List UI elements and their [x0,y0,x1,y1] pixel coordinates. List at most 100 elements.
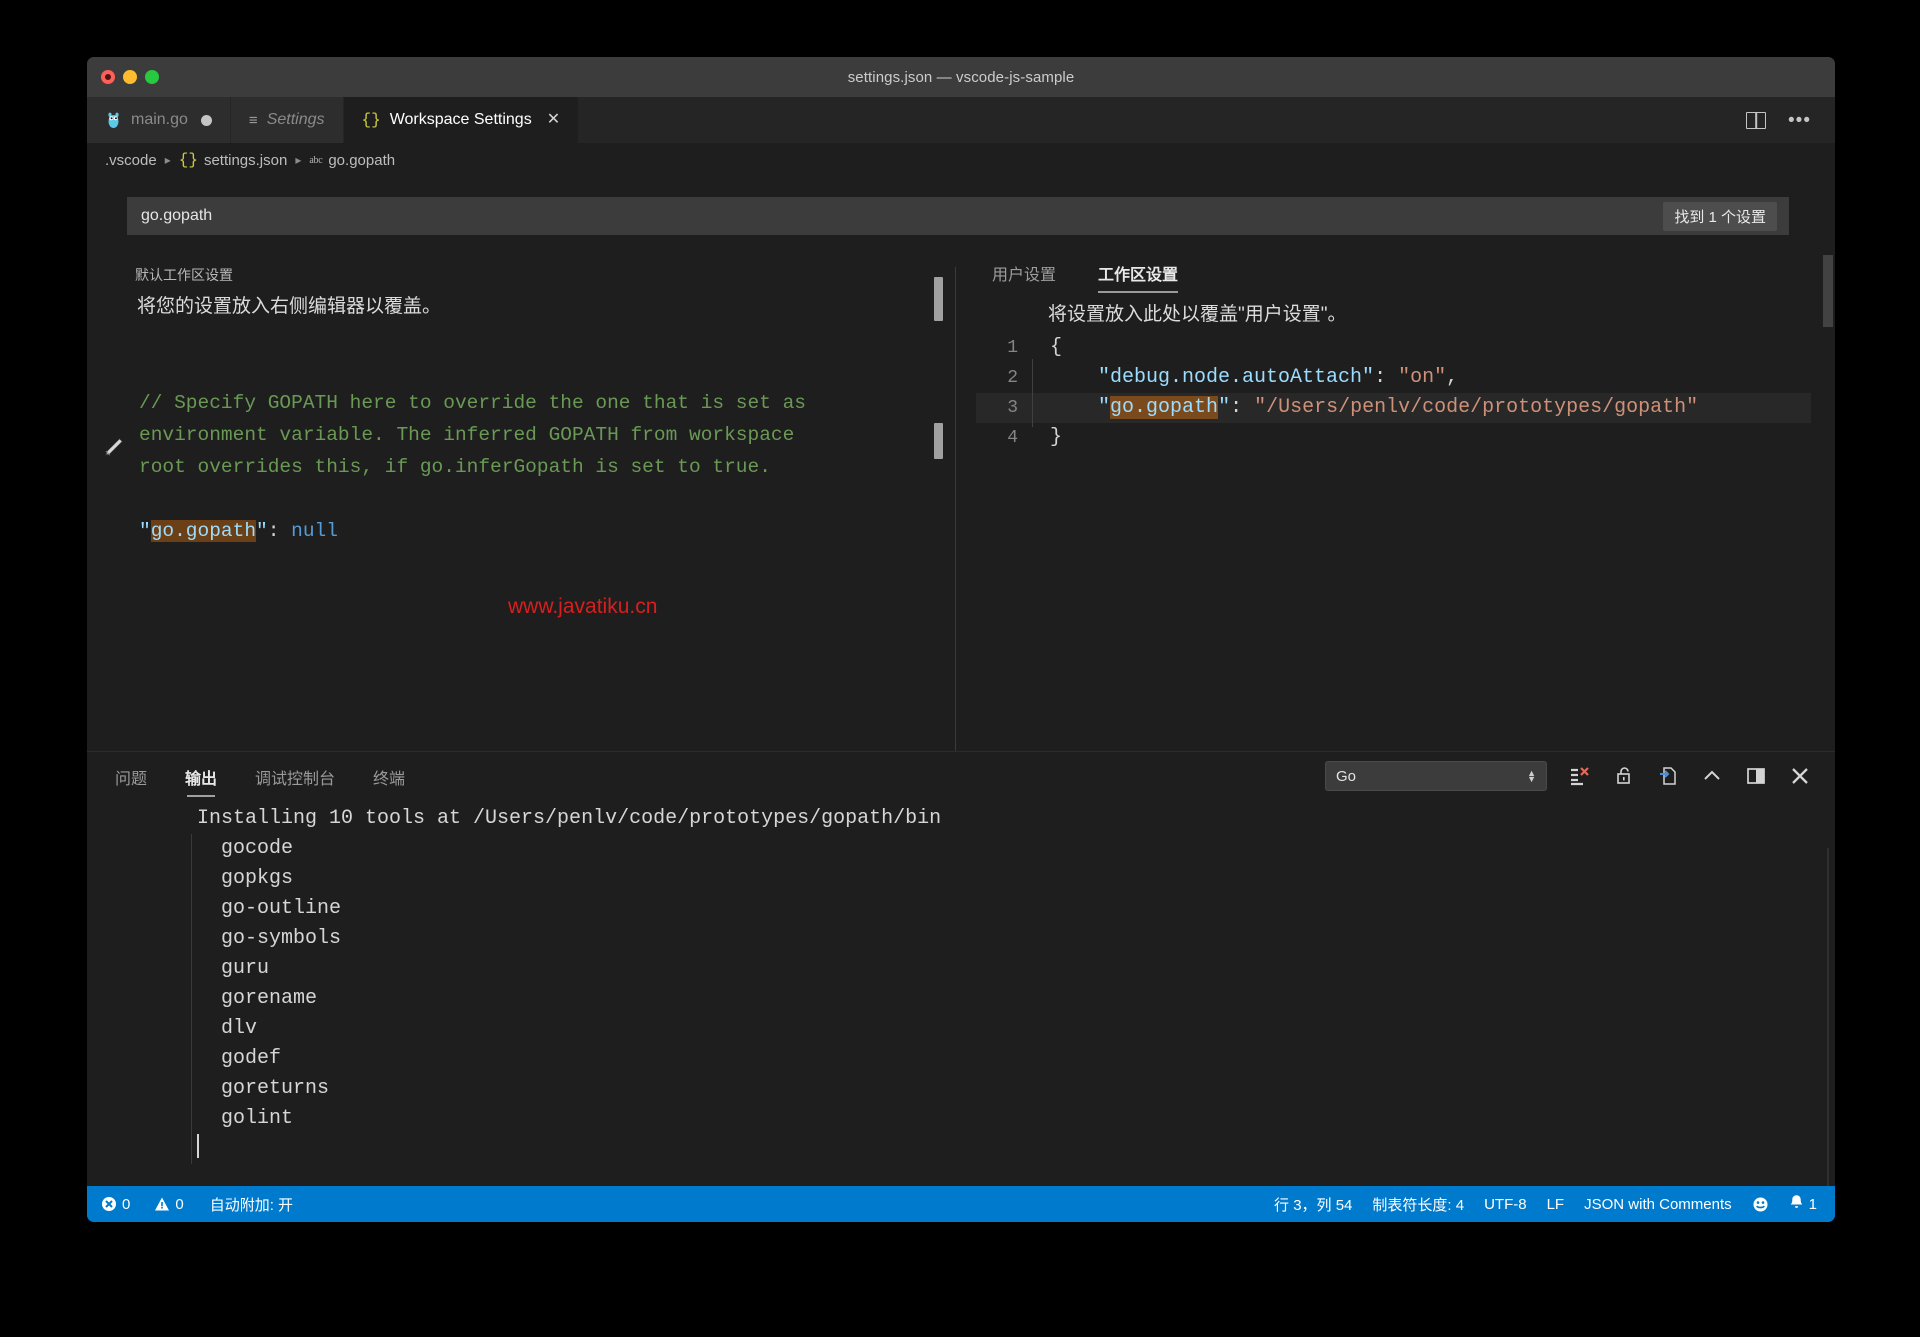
status-cursor-position[interactable]: 行 3，列 54 [1274,1194,1352,1215]
output-channel-value: Go [1336,768,1356,785]
status-encoding[interactable]: UTF-8 [1484,1196,1527,1213]
tab-workspace-settings-scope[interactable]: 工作区设置 [1098,261,1178,293]
json-token [1050,396,1098,419]
panel-tab-terminal[interactable]: 终端 [373,753,405,799]
settings-scope-tabs: 用户设置 工作区设置 [992,261,1178,293]
bell-icon [1789,1194,1804,1214]
scrollbar-decoration [934,277,943,321]
status-auto-attach[interactable]: 自动附加: 开 [210,1194,293,1215]
json-line[interactable]: 3 "go.gopath": "/Users/penlv/code/protot… [976,393,1811,423]
json-token [1050,366,1098,389]
settings-search-bar[interactable]: go.gopath 找到 1 个设置 [127,197,1789,235]
setting-default-value: null [291,520,338,542]
json-line-content: "debug.node.autoAttach": "on", [1022,363,1458,393]
panel-actions: Go ▲▼ [1325,761,1811,791]
default-settings-pane: 默认工作区设置 将您的设置放入右侧编辑器以覆盖。 // Specify GOPA… [87,255,955,757]
editor-tab-bar: main.go ≡ Settings {} Workspace Settings… [87,97,1835,143]
setting-key: go.gopath [151,520,256,542]
line-number: 3 [976,393,1022,423]
breadcrumb-item-vscode[interactable]: .vscode [105,152,157,169]
panel-header: 问题 输出 调试控制台 终端 Go ▲▼ [87,752,1835,800]
warning-count: 0 [175,1196,183,1213]
error-icon [101,1196,117,1212]
json-line-content: { [1022,333,1062,363]
setting-comment-line-1: // Specify GOPATH here to override the o… [139,392,806,414]
close-button[interactable] [101,70,115,84]
search-input[interactable]: go.gopath [127,207,212,225]
json-braces-icon: {} [362,111,381,129]
tab-user-settings[interactable]: 用户设置 [992,261,1056,293]
tab-label: main.go [131,111,188,129]
status-language-mode[interactable]: JSON with Comments [1584,1196,1732,1213]
output-channel-select[interactable]: Go ▲▼ [1325,761,1547,791]
tab-label: Workspace Settings [390,111,532,129]
panel-tab-debug-console[interactable]: 调试控制台 [255,753,335,799]
json-token: " [1098,396,1110,419]
json-token: : [1230,396,1254,419]
line-number: 4 [976,423,1022,453]
watermark: www.javatiku.cn [508,595,657,619]
json-token: " [1218,396,1230,419]
clear-output-icon[interactable] [1569,765,1591,787]
settings-panes: 默认工作区设置 将您的设置放入右侧编辑器以覆盖。 // Specify GOPA… [87,255,1835,757]
minimize-button[interactable] [123,70,137,84]
panel-tab-output[interactable]: 输出 [185,753,217,799]
vscode-window: settings.json — vscode-js-sample main.go… [87,57,1835,1222]
breadcrumb: .vscode ▸ {} settings.json ▸ abc go.gopa… [87,143,1835,177]
status-problems[interactable]: 0 0 [101,1196,184,1213]
default-settings-heading: 默认工作区设置 [135,265,233,285]
vertical-scrollbar[interactable] [1823,255,1833,327]
json-token: : [1374,366,1398,389]
json-line[interactable]: 4} [976,423,1811,453]
error-count: 0 [122,1196,130,1213]
workspace-settings-editor: 用户设置 工作区设置 将设置放入此处以覆盖"用户设置"。 1{2 "debug.… [956,255,1835,757]
json-token: go.gopath [1110,396,1218,419]
chevron-updown-icon: ▲▼ [1527,770,1536,782]
json-token: "debug.node.autoAttach" [1098,366,1374,389]
maximize-panel-icon[interactable] [1745,765,1767,787]
warning-icon [154,1196,170,1212]
status-notifications[interactable]: 1 [1789,1194,1817,1214]
scrollbar-decoration [934,423,943,459]
close-panel-icon[interactable] [1789,765,1811,787]
json-token: , [1446,366,1458,389]
more-actions-icon[interactable]: ••• [1788,111,1811,130]
maximize-button[interactable] [145,70,159,84]
setting-comment-line-2: environment variable. The inferred GOPAT… [139,424,794,446]
status-eol[interactable]: LF [1547,1196,1565,1213]
smiley-icon[interactable] [1752,1196,1769,1213]
setting-comment-line-3: root overrides this, if go.inferGopath i… [139,456,771,478]
panel-scrollbar[interactable] [1827,848,1829,1186]
json-line[interactable]: 1{ [976,333,1811,363]
tab-workspace-settings[interactable]: {} Workspace Settings ✕ [344,97,580,143]
breadcrumb-item-go-gopath[interactable]: go.gopath [328,152,395,169]
window-controls[interactable] [101,57,159,97]
json-line[interactable]: 2 "debug.node.autoAttach": "on", [976,363,1811,393]
text-caret [197,1134,199,1158]
lock-scroll-icon[interactable] [1613,765,1635,787]
title-bar: settings.json — vscode-js-sample [87,57,1835,97]
setting-key-quote-close: " [256,520,268,542]
line-number: 2 [976,363,1022,393]
workspace-settings-note: 将设置放入此处以覆盖"用户设置"。 [1048,299,1347,326]
settings-list-icon: ≡ [249,112,258,129]
collapse-panel-icon[interactable] [1701,765,1723,787]
unsaved-indicator-icon[interactable] [201,115,212,126]
editor-actions: ••• [1722,97,1835,143]
breadcrumb-item-settings-json[interactable]: settings.json [204,152,287,169]
chevron-right-icon: ▸ [295,153,301,167]
panel-tab-problems[interactable]: 问题 [115,753,147,799]
pencil-icon[interactable] [100,435,126,461]
close-icon[interactable]: ✕ [547,112,560,128]
split-editor-icon[interactable] [1746,112,1766,129]
status-tab-size[interactable]: 制表符长度: 4 [1372,1194,1464,1215]
tab-settings[interactable]: ≡ Settings [231,97,344,143]
tab-main-go[interactable]: main.go [87,97,231,143]
open-in-editor-icon[interactable] [1657,765,1679,787]
default-setting-snippet: // Specify GOPATH here to override the o… [139,355,935,579]
json-token: "/Users/penlv/code/prototypes/gopath" [1254,396,1698,419]
bottom-panel: 问题 输出 调试控制台 终端 Go ▲▼ [87,751,1835,1186]
json-editor-lines[interactable]: 1{2 "debug.node.autoAttach": "on",3 "go.… [976,333,1811,453]
output-view[interactable]: Installing 10 tools at /Users/penlv/code… [87,800,1835,1186]
output-content: Installing 10 tools at /Users/penlv/code… [197,804,941,1134]
